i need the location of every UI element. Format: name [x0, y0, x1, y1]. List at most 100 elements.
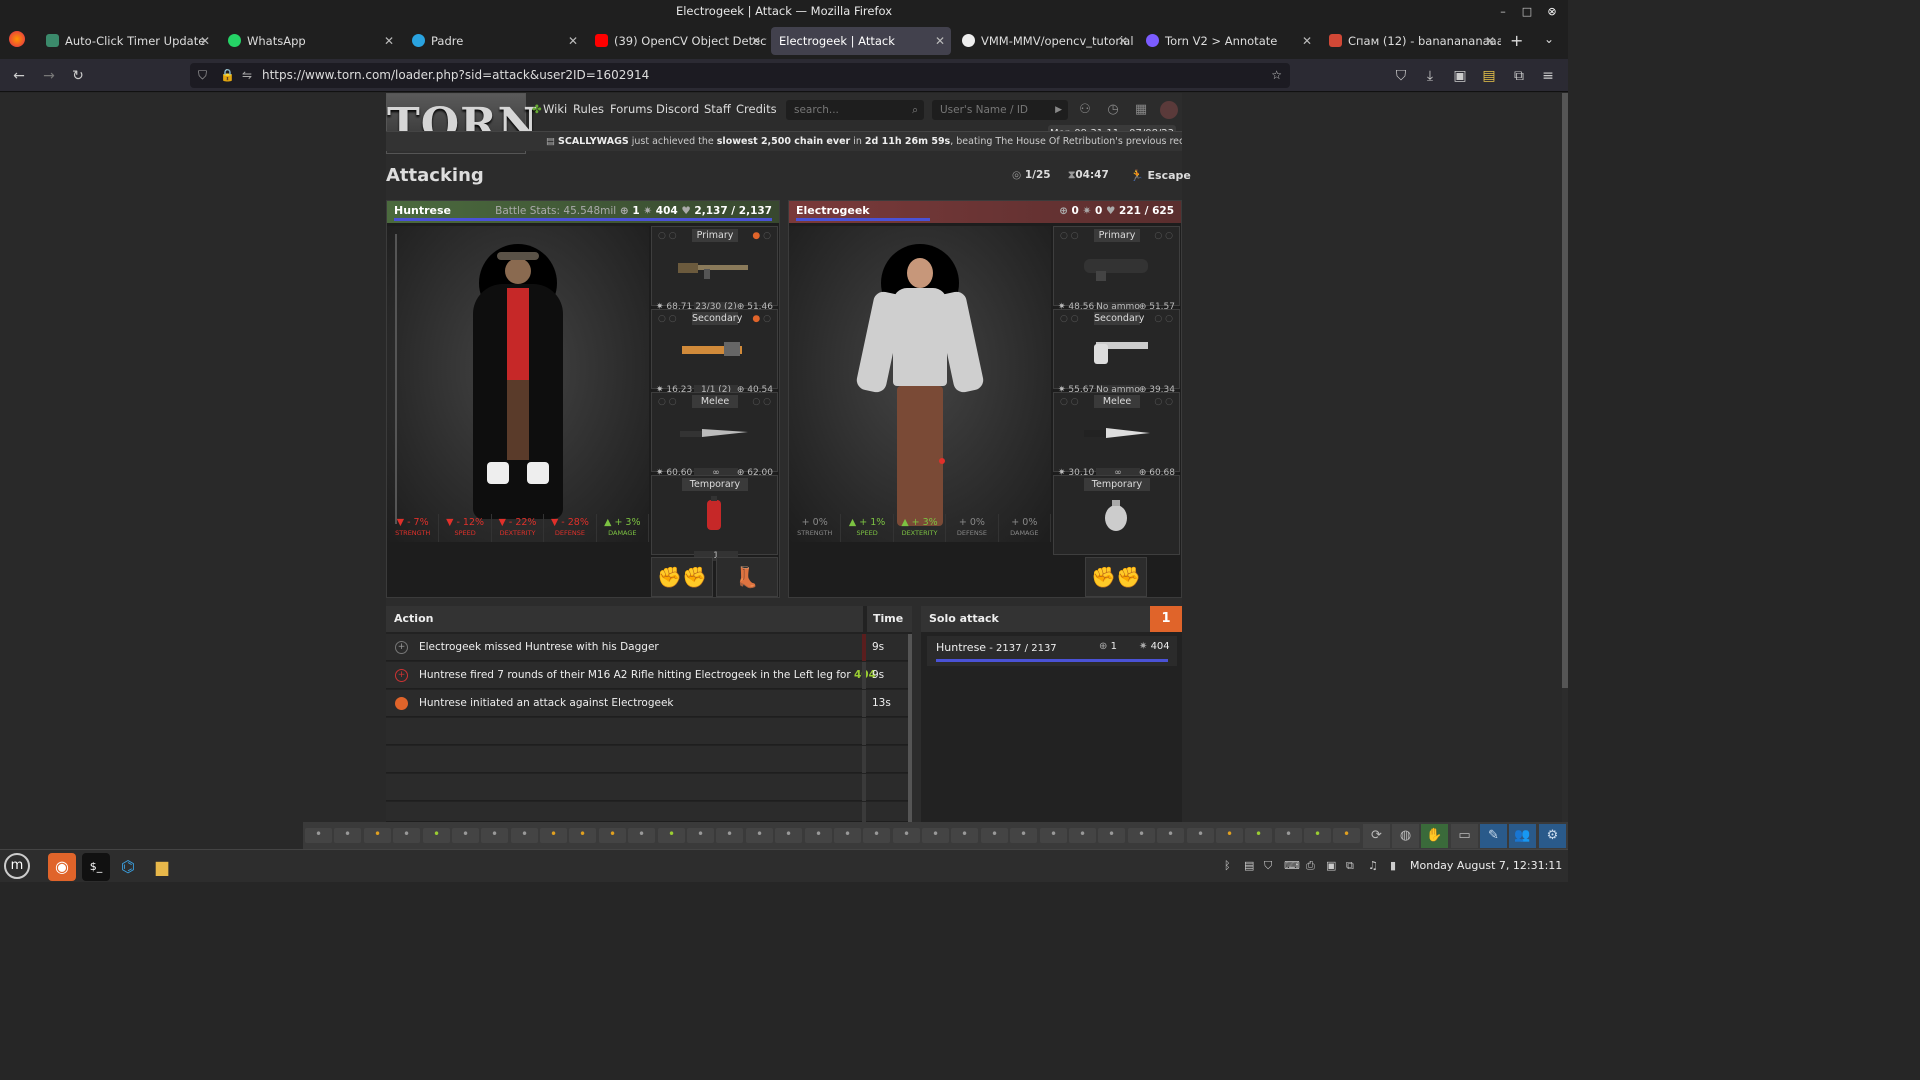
bluetooth-icon[interactable]: ᛒ: [1224, 859, 1231, 872]
indicator-dot[interactable]: •: [452, 828, 479, 843]
user-go-arrow-icon[interactable]: ▶: [1055, 100, 1062, 120]
enemy-temporary-slot[interactable]: Temporary: [1053, 475, 1180, 555]
indicator-dot[interactable]: •: [922, 828, 949, 843]
briefcase-icon[interactable]: ▭: [1451, 824, 1478, 848]
enemy-primary-slot[interactable]: ○ ○ Primary ○ ○ ✷ 48.56 No ammo ⊕ 51.57: [1053, 226, 1180, 312]
indicator-dot[interactable]: •: [1098, 828, 1125, 843]
indicator-dot[interactable]: •: [893, 828, 920, 843]
taskbar-clock[interactable]: Monday August 7, 12:31:11: [1410, 859, 1562, 872]
firefox-taskbar-icon[interactable]: ◉: [48, 853, 76, 881]
tab-whatsapp[interactable]: WhatsApp ✕: [220, 27, 400, 55]
shield-tray-icon[interactable]: ⛉: [1264, 859, 1272, 873]
terminal-icon[interactable]: $_: [82, 853, 110, 881]
indicator-dot[interactable]: •: [540, 828, 567, 843]
clipboard-icon[interactable]: ▤: [1244, 859, 1254, 872]
url-text[interactable]: https://www.torn.com/loader.php?sid=atta…: [262, 68, 649, 82]
kick-slot[interactable]: 👢: [716, 557, 778, 597]
indicator-dot[interactable]: •: [1333, 828, 1360, 843]
firefox-menu-icon[interactable]: [9, 31, 25, 47]
indicator-dot[interactable]: •: [364, 828, 391, 843]
pocket-icon[interactable]: ⛉: [1390, 65, 1412, 87]
indicator-dot[interactable]: •: [511, 828, 538, 843]
vscode-icon[interactable]: ⌬: [114, 853, 142, 881]
indicator-dot[interactable]: •: [716, 828, 743, 843]
tab-close-icon[interactable]: ✕: [935, 27, 945, 55]
enemy-fists-slot[interactable]: ✊✊: [1085, 557, 1147, 597]
page-scrollbar[interactable]: [1562, 93, 1568, 688]
enemy-secondary-slot[interactable]: ○ ○ Secondary ○ ○ ✷ 55.67 No ammo ⊕ 39.34: [1053, 309, 1180, 395]
shield-icon[interactable]: ⛉: [198, 63, 207, 88]
nav-link-forums[interactable]: Forums: [610, 102, 652, 116]
indicator-dot[interactable]: •: [1304, 828, 1331, 843]
tab-close-icon[interactable]: ✕: [200, 27, 210, 55]
maximize-icon[interactable]: □: [1516, 0, 1538, 23]
reader-icon[interactable]: ▣: [1449, 65, 1471, 87]
indicator-dot[interactable]: •: [863, 828, 890, 843]
search-input[interactable]: search... ⌕: [786, 100, 924, 120]
fists-slot[interactable]: ✊✊: [651, 557, 713, 597]
enemy-melee-slot[interactable]: ○ ○ Melee ○ ○ ✷ 30.10 ∞ ⊕ 60.68: [1053, 392, 1180, 478]
tab-auto-click[interactable]: Auto-Click Timer Update ✕: [38, 27, 216, 55]
nav-link-wiki[interactable]: Wiki: [543, 102, 567, 116]
update-icon[interactable]: ▣: [1326, 859, 1336, 872]
globe-icon[interactable]: ◍: [1392, 824, 1419, 848]
keyboard-icon[interactable]: ⌨: [1284, 859, 1300, 872]
reload-icon[interactable]: ↻: [67, 65, 89, 87]
attacker-name[interactable]: Huntrese: [936, 641, 986, 654]
indicator-dot[interactable]: •: [628, 828, 655, 843]
indicator-dot[interactable]: •: [1275, 828, 1302, 843]
indicator-dot[interactable]: •: [1157, 828, 1184, 843]
user-id-input[interactable]: User's Name / ID ▶: [932, 100, 1068, 120]
lock-icon[interactable]: 🔒: [220, 63, 235, 88]
extension-icon[interactable]: ▤: [1478, 65, 1500, 87]
printer-icon[interactable]: ⎙: [1306, 859, 1315, 873]
new-tab-icon[interactable]: +: [1510, 31, 1523, 50]
news-ticker[interactable]: ▤ SCALLYWAGS just achieved the slowest 2…: [386, 131, 1182, 151]
notepad-icon[interactable]: ▦: [1132, 101, 1150, 119]
extensions-puzzle-icon[interactable]: ⧉: [1508, 65, 1530, 87]
back-icon[interactable]: ←: [8, 65, 30, 87]
search-icon[interactable]: ⌕: [912, 100, 918, 120]
tab-gmail-spam[interactable]: Спам (12) - bananananaaa ✕: [1321, 27, 1501, 55]
indicator-dot[interactable]: •: [805, 828, 832, 843]
nav-link-discord[interactable]: Discord: [656, 102, 699, 116]
player-name[interactable]: Huntrese: [394, 204, 451, 217]
battery-icon[interactable]: ▮: [1390, 859, 1396, 872]
indicator-dot[interactable]: •: [569, 828, 596, 843]
indicator-dot[interactable]: •: [1216, 828, 1243, 843]
indicator-dot[interactable]: •: [393, 828, 420, 843]
tab-close-icon[interactable]: ✕: [1302, 27, 1312, 55]
mint-menu-icon[interactable]: m: [4, 853, 30, 879]
player-secondary-slot[interactable]: ○ ○ Secondary ● ○ ✷ 16.23 1/1 (2) ⊕ 40.54: [651, 309, 778, 395]
forward-icon[interactable]: →: [38, 65, 60, 87]
indicator-dot[interactable]: •: [1010, 828, 1037, 843]
app-menu-icon[interactable]: ≡: [1537, 65, 1559, 87]
close-window-icon[interactable]: ⊗: [1541, 0, 1563, 23]
settings-gear-icon[interactable]: ⚙: [1539, 824, 1566, 848]
indicator-dot[interactable]: •: [1245, 828, 1272, 843]
tab-opencv-video[interactable]: (39) OpenCV Object Detect ✕: [587, 27, 767, 55]
indicator-dot[interactable]: •: [423, 828, 450, 843]
indicator-dot[interactable]: •: [1069, 828, 1096, 843]
tab-close-icon[interactable]: ✕: [1485, 27, 1495, 55]
tab-close-icon[interactable]: ✕: [568, 27, 578, 55]
indicator-dot[interactable]: •: [305, 828, 332, 843]
player-primary-slot[interactable]: ○ ○ Primary ● ○ ✷ 68.71 23/30 (2) ⊕ 51.46: [651, 226, 778, 312]
bookmark-star-icon[interactable]: ☆: [1271, 63, 1282, 88]
nav-link-credits[interactable]: Credits: [736, 102, 777, 116]
indicator-dot[interactable]: •: [334, 828, 361, 843]
url-bar[interactable]: ⛉ 🔒 ⇋ https://www.torn.com/loader.php?si…: [190, 63, 1290, 88]
nav-link-rules[interactable]: Rules: [573, 102, 604, 116]
tab-padre[interactable]: Padre ✕: [404, 27, 584, 55]
tab-close-icon[interactable]: ✕: [751, 27, 761, 55]
binoculars-icon[interactable]: ⚇: [1076, 101, 1094, 119]
hand-icon[interactable]: ✋: [1421, 824, 1448, 848]
tab-close-icon[interactable]: ✕: [1118, 27, 1128, 55]
tab-list-chevron-icon[interactable]: ⌄: [1544, 32, 1554, 46]
tab-github-opencv[interactable]: VMM-MMV/opencv_tutorial ✕: [954, 27, 1134, 55]
network-icon[interactable]: ⧉: [1346, 859, 1354, 873]
pencil-icon[interactable]: ✎: [1480, 824, 1507, 848]
downloads-icon[interactable]: ⤓: [1419, 65, 1441, 87]
player-temporary-slot[interactable]: Temporary 1: [651, 475, 778, 561]
clock-icon[interactable]: ◷: [1104, 101, 1122, 119]
